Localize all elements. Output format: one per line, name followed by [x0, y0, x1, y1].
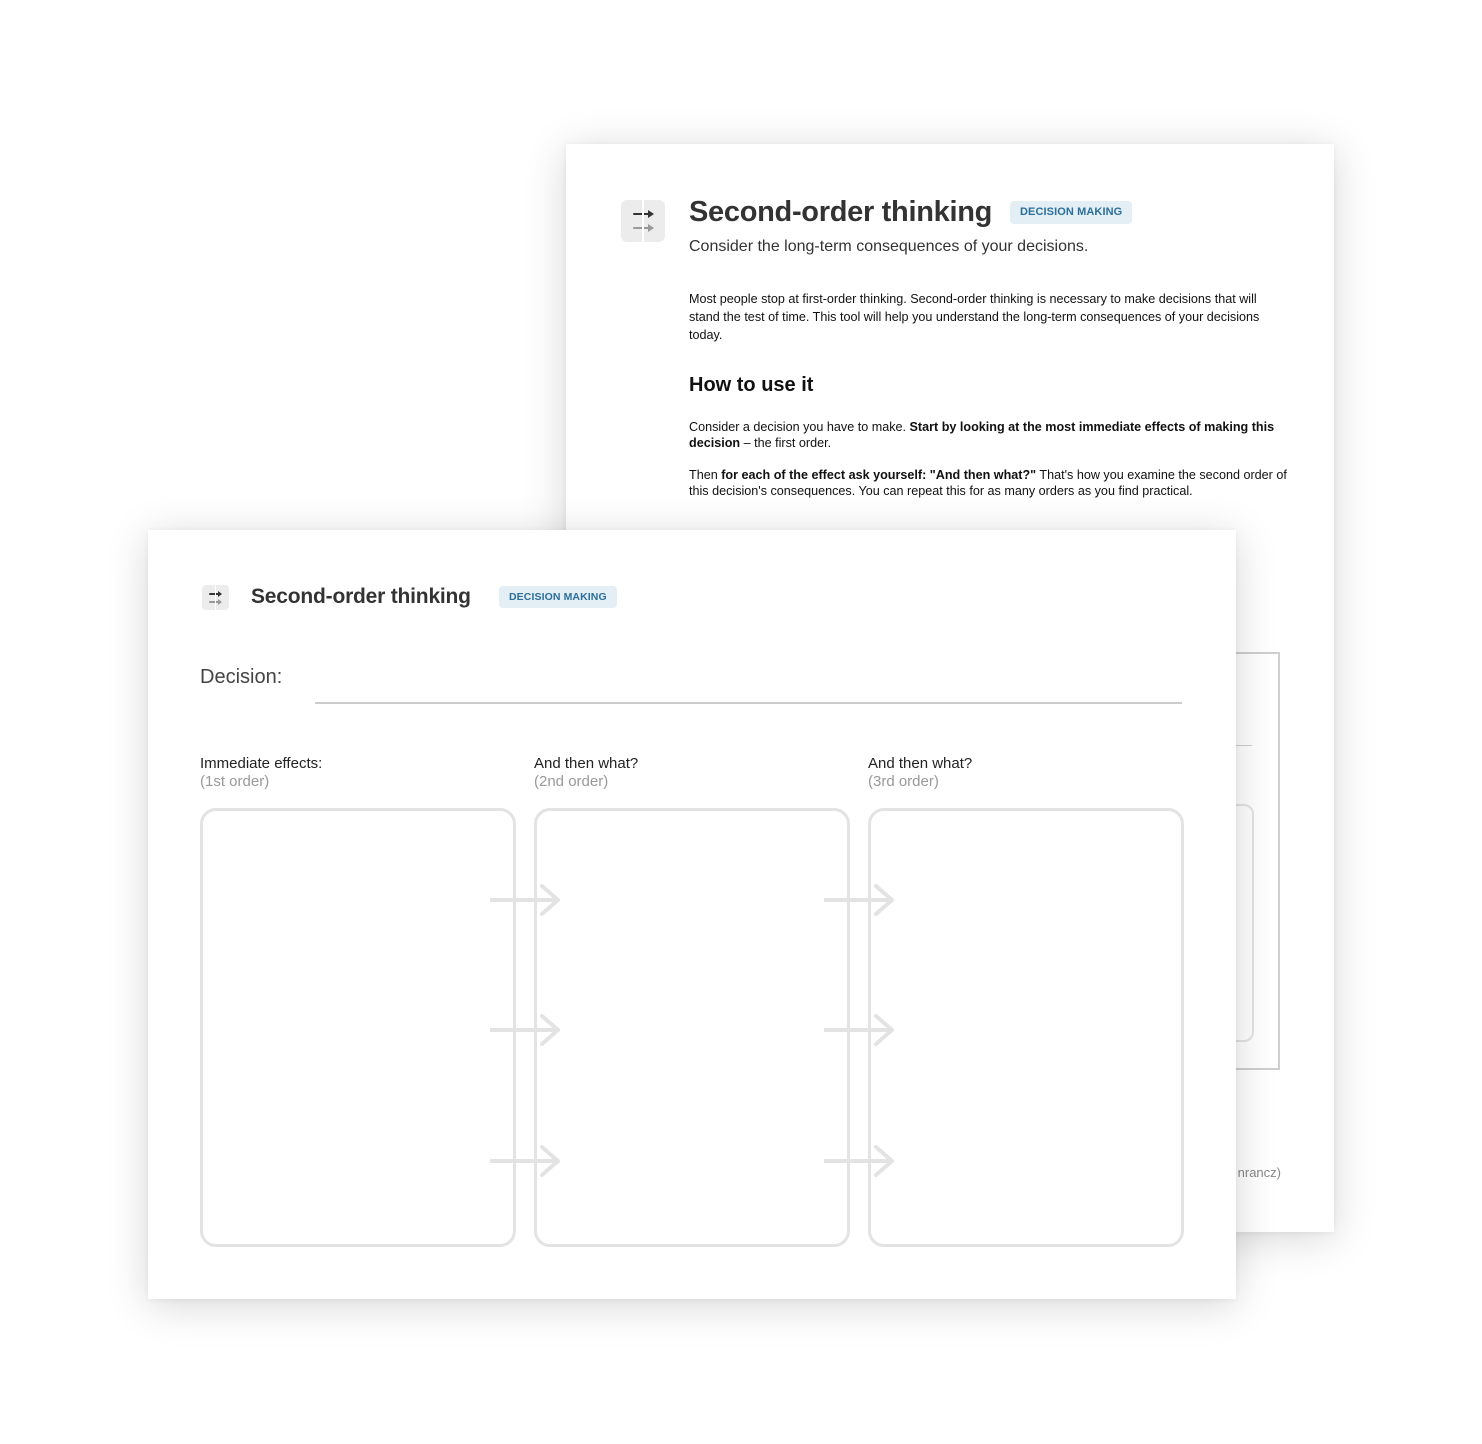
page-title: Second-order thinking [689, 196, 993, 228]
column-heading-1: Immediate effects: [200, 755, 323, 772]
column-heading-2: And then what? [534, 755, 639, 772]
column-subheading-2: (2nd order) [534, 773, 609, 790]
arrow-right-icon [824, 884, 894, 916]
worksheet-title: Second-order thinking [251, 585, 471, 608]
instruction-paragraph-1: Consider a decision you have to make. St… [689, 419, 1289, 451]
second-order-arrows-icon [621, 200, 665, 242]
third-order-box[interactable] [868, 808, 1184, 1247]
second-order-arrows-icon [202, 585, 229, 610]
p2-text: Then [689, 468, 722, 482]
decision-label: Decision: [200, 666, 283, 688]
p2-bold: for each of the effect ask yourself: "An… [721, 468, 1037, 482]
decision-input-line[interactable] [315, 702, 1182, 704]
p1-text: Consider a decision you have to make. [689, 420, 910, 434]
intro-paragraph: Most people stop at first-order thinking… [689, 292, 1260, 342]
p1-end: – the first order. [740, 436, 832, 450]
page-subtitle: Consider the long-term consequences of y… [689, 238, 1089, 255]
column-subheading-1: (1st order) [200, 773, 270, 790]
category-badge: DECISION MAKING [499, 586, 617, 608]
second-order-box[interactable] [534, 808, 850, 1247]
arrow-right-icon [824, 1014, 894, 1046]
arrow-right-icon [490, 884, 560, 916]
column-heading-3: And then what? [868, 755, 973, 772]
front-worksheet-page: Second-order thinking DECISION MAKING De… [148, 530, 1236, 1299]
column-subheading-3: (3rd order) [868, 773, 939, 790]
credit-text: nrancz) [1237, 1165, 1281, 1180]
first-order-box[interactable] [200, 808, 516, 1247]
category-badge: DECISION MAKING [1010, 201, 1133, 224]
arrow-right-icon [824, 1145, 894, 1177]
how-to-heading: How to use it [689, 374, 814, 396]
instruction-paragraph-2: Then for each of the effect ask yourself… [689, 467, 1289, 499]
arrow-right-icon [490, 1014, 560, 1046]
arrow-right-icon [490, 1145, 560, 1177]
